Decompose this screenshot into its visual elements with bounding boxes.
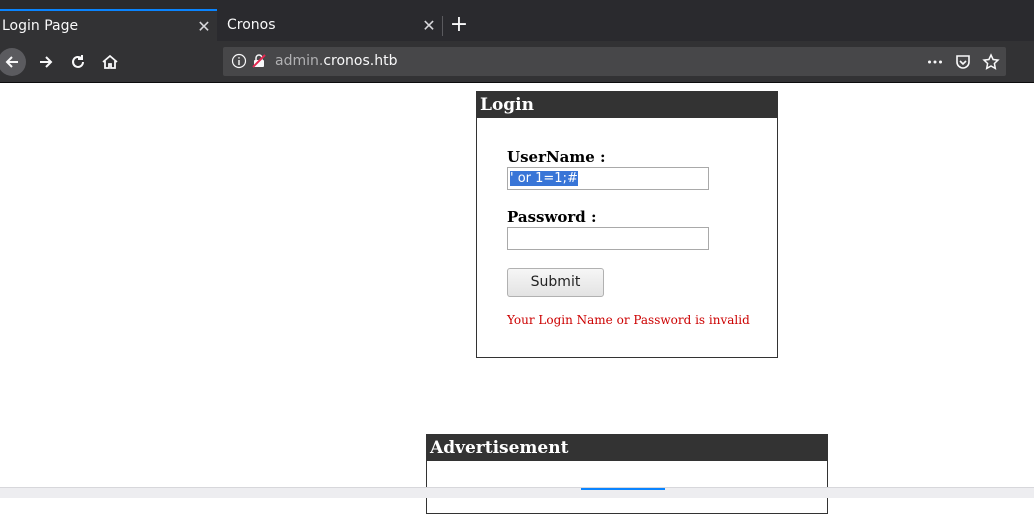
forward-button[interactable] [32, 48, 60, 76]
url-bar[interactable]: admin.cronos.htb [223, 47, 1006, 76]
home-icon [102, 54, 118, 69]
url-text[interactable]: admin.cronos.htb [275, 53, 397, 69]
url-domain: cronos.htb [323, 53, 398, 69]
close-tab-icon[interactable]: ✕ [416, 16, 442, 35]
tab-separator [442, 16, 443, 36]
login-panel: Login UserName : ' or 1=1;# Password : S… [476, 91, 778, 358]
password-label: Password : [507, 208, 597, 226]
submit-button[interactable]: Submit [507, 268, 604, 297]
username-label: UserName : [507, 148, 606, 166]
username-input[interactable]: ' or 1=1;# [507, 167, 709, 190]
tab-cronos[interactable]: Cronos ✕ [217, 9, 442, 41]
forward-arrow-icon [40, 56, 53, 68]
pocket-icon[interactable] [954, 53, 972, 71]
tab-title: Cronos [227, 17, 276, 33]
tab-login-page[interactable]: Login Page ✕ [0, 9, 217, 41]
home-button[interactable] [96, 48, 124, 76]
reload-icon [72, 55, 84, 68]
bookmark-star-icon[interactable] [982, 53, 1000, 71]
tab-title: Login Page [2, 18, 79, 34]
password-input[interactable] [507, 227, 709, 250]
login-title: Login [477, 92, 777, 118]
username-value: ' or 1=1;# [510, 171, 578, 186]
advertisement-panel: Advertisement [426, 434, 828, 514]
new-tab-icon[interactable]: + [446, 11, 472, 39]
close-tab-icon[interactable]: ✕ [191, 17, 217, 36]
url-subdomain: admin. [275, 53, 324, 69]
error-message: Your Login Name or Password is invalid [507, 313, 750, 327]
info-icon[interactable] [231, 53, 247, 69]
devtools-toolbar [0, 487, 1034, 498]
insecure-lock-icon[interactable] [251, 53, 267, 69]
active-tool-indicator [581, 488, 665, 490]
reload-button[interactable] [64, 48, 92, 76]
advertisement-title: Advertisement [427, 435, 827, 461]
more-actions-icon[interactable] [926, 53, 944, 71]
back-arrow-icon [5, 56, 18, 68]
navigation-bar: admin.cronos.htb [0, 41, 1034, 83]
back-button[interactable] [0, 48, 26, 76]
tab-bar: Login Page ✕ Cronos ✕ + [0, 0, 1034, 41]
